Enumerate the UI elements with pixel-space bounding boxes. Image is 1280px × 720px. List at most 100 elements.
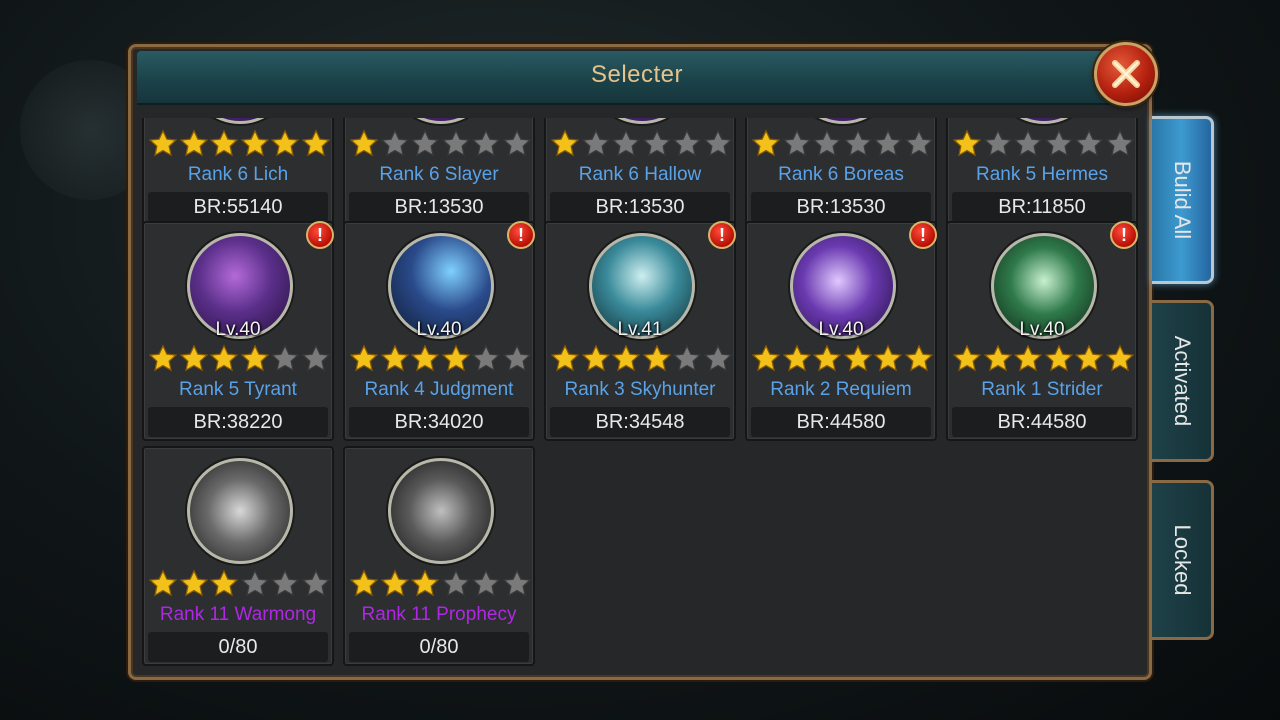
star-rating bbox=[148, 129, 332, 163]
gold-star-icon bbox=[380, 569, 411, 601]
gray-star-icon bbox=[502, 344, 533, 376]
gray-star-icon bbox=[502, 129, 533, 161]
tab-locked[interactable]: Locked bbox=[1152, 480, 1214, 640]
dialog-title: Selecter bbox=[590, 61, 684, 88]
gray-star-icon bbox=[380, 129, 411, 161]
gold-star-icon bbox=[873, 344, 904, 376]
close-button[interactable] bbox=[1094, 42, 1158, 106]
unit-battle-rating: BR:44580 bbox=[751, 407, 931, 437]
gray-star-icon bbox=[581, 129, 612, 161]
unit-card[interactable]: Rank 6 Lich BR:55140 bbox=[142, 118, 334, 226]
unit-battle-rating: BR:55140 bbox=[148, 192, 328, 222]
star-rating bbox=[550, 129, 734, 163]
gold-star-icon bbox=[550, 344, 581, 376]
tab-build-all[interactable]: Bulid All bbox=[1152, 116, 1214, 284]
unit-card[interactable]: Rank 11 Warmong 0/80 bbox=[142, 446, 334, 666]
unit-name: Rank 6 Boreas bbox=[778, 164, 904, 185]
gold-star-icon bbox=[240, 129, 271, 161]
gray-star-icon bbox=[270, 569, 301, 601]
gold-star-icon bbox=[751, 129, 782, 161]
gold-star-icon bbox=[410, 569, 441, 601]
star-rating bbox=[349, 569, 533, 603]
gold-star-icon bbox=[1105, 344, 1136, 376]
gold-star-icon bbox=[209, 129, 240, 161]
gold-star-icon bbox=[148, 129, 179, 161]
unit-level: Lv.41 bbox=[617, 319, 663, 340]
unit-card[interactable]: Lv.40! Rank 1 Strider BR:44580 bbox=[946, 221, 1138, 441]
gray-star-icon bbox=[441, 569, 472, 601]
unit-battle-rating: BR:13530 bbox=[751, 192, 931, 222]
alert-badge-icon: ! bbox=[306, 221, 334, 249]
star-rating bbox=[349, 344, 533, 378]
gold-star-icon bbox=[179, 129, 210, 161]
star-rating bbox=[148, 569, 332, 603]
gold-star-icon bbox=[1013, 344, 1044, 376]
unit-battle-rating: BR:34548 bbox=[550, 407, 730, 437]
gray-star-icon bbox=[1105, 129, 1136, 161]
gray-star-icon bbox=[672, 129, 703, 161]
gray-star-icon bbox=[502, 569, 533, 601]
unit-portrait bbox=[991, 118, 1097, 124]
gold-star-icon bbox=[179, 569, 210, 601]
gold-star-icon bbox=[952, 129, 983, 161]
gray-star-icon bbox=[611, 129, 642, 161]
gray-star-icon bbox=[301, 569, 332, 601]
unit-card[interactable]: Rank 5 Hermes BR:11850 bbox=[946, 118, 1138, 226]
gray-star-icon bbox=[983, 129, 1014, 161]
unit-battle-rating: BR:34020 bbox=[349, 407, 529, 437]
gold-star-icon bbox=[983, 344, 1014, 376]
gray-star-icon bbox=[1044, 129, 1075, 161]
star-rating bbox=[751, 129, 935, 163]
gray-star-icon bbox=[471, 569, 502, 601]
unit-portrait bbox=[187, 458, 293, 564]
gold-star-icon bbox=[209, 344, 240, 376]
unit-name: Rank 11 Prophecy bbox=[361, 604, 517, 625]
unit-battle-rating: BR:11850 bbox=[952, 192, 1132, 222]
unit-battle-rating: BR:13530 bbox=[349, 192, 529, 222]
star-rating bbox=[952, 129, 1136, 163]
unit-level: Lv.40 bbox=[416, 319, 462, 340]
gold-star-icon bbox=[642, 344, 673, 376]
gold-star-icon bbox=[1074, 344, 1105, 376]
gold-star-icon bbox=[812, 344, 843, 376]
unit-card[interactable]: Rank 11 Prophecy 0/80 bbox=[343, 446, 535, 666]
unit-card[interactable]: Lv.41! Rank 3 Skyhunter BR:34548 bbox=[544, 221, 736, 441]
unit-card[interactable]: Rank 6 Slayer BR:13530 bbox=[343, 118, 535, 226]
gray-star-icon bbox=[301, 344, 332, 376]
unit-portrait bbox=[790, 118, 896, 124]
tab-locked-label: Locked bbox=[1169, 524, 1195, 596]
alert-badge-icon: ! bbox=[909, 221, 937, 249]
unit-name: Rank 6 Slayer bbox=[379, 164, 499, 185]
unit-battle-rating: BR:44580 bbox=[952, 407, 1132, 437]
gray-star-icon bbox=[441, 129, 472, 161]
unit-name: Rank 6 Hallow bbox=[578, 164, 702, 185]
gold-star-icon bbox=[1044, 344, 1075, 376]
gold-star-icon bbox=[148, 344, 179, 376]
gray-star-icon bbox=[1013, 129, 1044, 161]
gray-star-icon bbox=[471, 344, 502, 376]
unit-name: Rank 6 Lich bbox=[187, 164, 289, 185]
tab-activated[interactable]: Activated bbox=[1152, 300, 1214, 462]
unit-name: Rank 3 Skyhunter bbox=[564, 379, 716, 400]
unit-portrait bbox=[388, 458, 494, 564]
unit-card[interactable]: Lv.40! Rank 2 Requiem BR:44580 bbox=[745, 221, 937, 441]
unit-card[interactable]: Lv.40! Rank 4 Judgment BR:34020 bbox=[343, 221, 535, 441]
gold-star-icon bbox=[148, 569, 179, 601]
gold-star-icon bbox=[410, 344, 441, 376]
unit-name: Rank 1 Strider bbox=[981, 379, 1103, 400]
gold-star-icon bbox=[349, 569, 380, 601]
unit-name: Rank 2 Requiem bbox=[770, 379, 912, 400]
star-rating bbox=[952, 344, 1136, 378]
unit-card[interactable]: Lv.40! Rank 5 Tyrant BR:38220 bbox=[142, 221, 334, 441]
unit-card[interactable]: Rank 6 Hallow BR:13530 bbox=[544, 118, 736, 226]
gray-star-icon bbox=[812, 129, 843, 161]
gold-star-icon bbox=[611, 344, 642, 376]
gray-star-icon bbox=[873, 129, 904, 161]
unit-level: Lv.40 bbox=[215, 319, 261, 340]
unit-card[interactable]: Rank 6 Boreas BR:13530 bbox=[745, 118, 937, 226]
unit-name: Rank 11 Warmong bbox=[159, 604, 317, 625]
star-rating bbox=[550, 344, 734, 378]
unit-portrait bbox=[388, 118, 494, 124]
gold-star-icon bbox=[240, 344, 271, 376]
unit-name: Rank 4 Judgment bbox=[364, 379, 514, 400]
